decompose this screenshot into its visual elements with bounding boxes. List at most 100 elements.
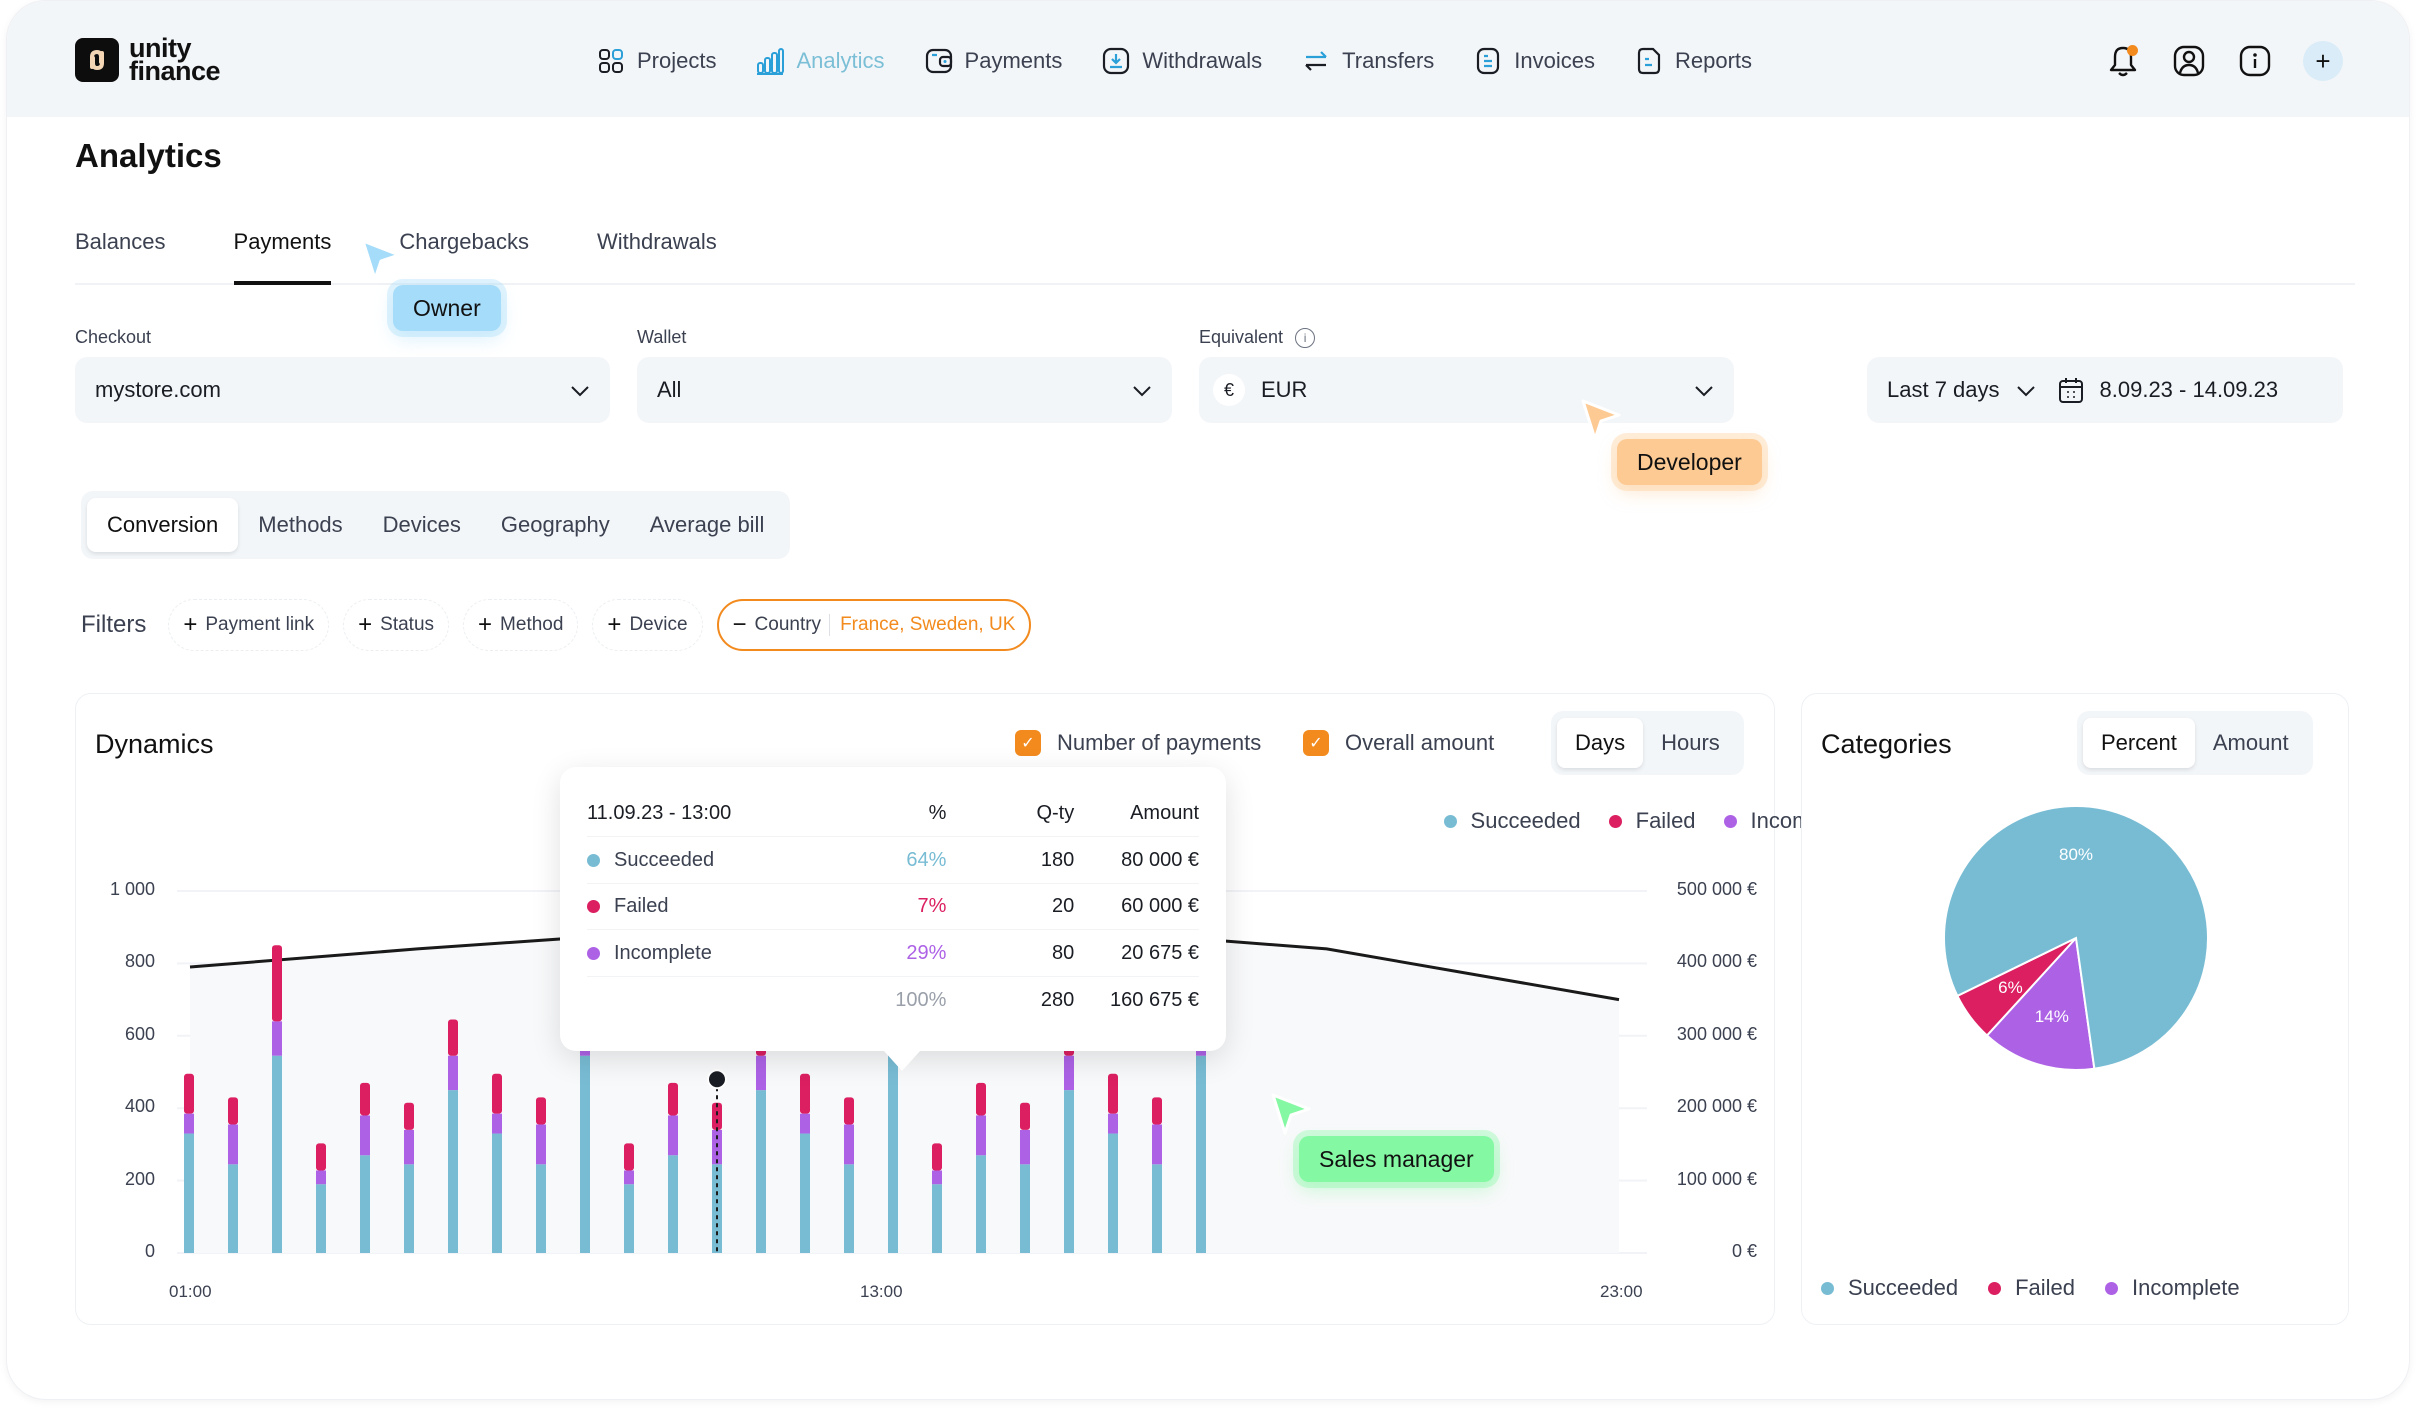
row-amount: 80 000 € — [1121, 849, 1200, 871]
sales-manager-cursor-icon — [1271, 1093, 1311, 1135]
percent-amount-toggle: Percent Amount — [2077, 711, 2313, 775]
bar-succeeded — [844, 1164, 854, 1253]
bar-failed — [316, 1143, 326, 1171]
pie-label-succeeded: 80% — [2059, 845, 2093, 864]
row-label: Succeeded — [614, 849, 715, 871]
bar-succeeded — [448, 1090, 458, 1253]
bar-failed — [800, 1073, 810, 1114]
bar-failed — [932, 1143, 942, 1171]
categories-title: Categories — [1821, 729, 1952, 759]
bar-failed — [360, 1082, 370, 1116]
tooltip-header: 11.09.23 - 13:00 % Q-ty Amount — [587, 791, 1199, 837]
legend-incomplete: Incomplete — [2105, 1275, 2240, 1301]
total-pct: 100% — [895, 988, 947, 1011]
bar-incomplete — [1152, 1124, 1162, 1165]
bar-succeeded — [228, 1164, 238, 1253]
legend-label: Succeeded — [1848, 1275, 1959, 1300]
bar-succeeded — [800, 1133, 810, 1253]
sales-manager-label: Sales manager — [1299, 1136, 1494, 1182]
bar-succeeded — [272, 1055, 282, 1253]
chart-tooltip: 11.09.23 - 13:00 % Q-ty Amount Succeeded… — [560, 767, 1226, 1071]
bar-incomplete — [1020, 1129, 1030, 1165]
bar-failed — [536, 1097, 546, 1125]
tooltip-col-pct: % — [928, 802, 947, 824]
bar-incomplete — [448, 1055, 458, 1091]
bar-succeeded — [1196, 1055, 1206, 1253]
bar-succeeded — [1152, 1164, 1162, 1253]
app-window: unity finance Projects Analytics Payment… — [6, 0, 2410, 1400]
bar-incomplete — [976, 1115, 986, 1156]
tooltip-row-total: 100% 280 160 675 € — [587, 977, 1199, 1023]
tooltip-title: 11.09.23 - 13:00 — [587, 802, 732, 824]
bar-incomplete — [184, 1113, 194, 1134]
bar-incomplete — [932, 1170, 942, 1185]
legend-dot — [1821, 1281, 1834, 1295]
developer-cursor-icon — [1581, 399, 1621, 441]
legend-label: Incomplete — [2132, 1275, 2240, 1300]
bar-incomplete — [228, 1124, 238, 1165]
bar-succeeded — [976, 1155, 986, 1253]
tooltip-col-amount: Amount — [1130, 802, 1200, 824]
bar-succeeded — [1064, 1090, 1074, 1253]
row-label: Incomplete — [614, 942, 712, 964]
bar-incomplete — [668, 1115, 678, 1156]
legend-label: Failed — [2015, 1275, 2076, 1300]
bar-failed — [492, 1073, 502, 1114]
row-qty: 80 — [1051, 942, 1075, 964]
bar-succeeded — [1020, 1164, 1030, 1253]
bar-failed — [404, 1102, 414, 1130]
bar-incomplete — [360, 1115, 370, 1156]
bar-failed — [1152, 1097, 1162, 1125]
bar-succeeded — [624, 1184, 634, 1253]
bar-failed — [1108, 1073, 1118, 1114]
total-amount: 160 675 € — [1110, 988, 1200, 1011]
categories-legend: Succeeded Failed Incomplete — [1821, 1275, 2240, 1301]
owner-label: Owner — [393, 285, 501, 331]
tooltip-col-qty: Q-ty — [1036, 802, 1075, 824]
status-dot — [587, 854, 600, 867]
row-amount: 20 675 € — [1121, 942, 1200, 964]
pie-label-failed: 6% — [1998, 978, 2023, 997]
bar-failed — [1020, 1102, 1030, 1130]
bar-succeeded — [360, 1155, 370, 1253]
bar-incomplete — [272, 1021, 282, 1056]
bar-incomplete — [624, 1170, 634, 1185]
bar-failed — [228, 1097, 238, 1125]
developer-label: Developer — [1617, 439, 1762, 485]
row-amount: 60 000 € — [1121, 895, 1200, 917]
bar-succeeded — [888, 1055, 898, 1253]
bar-incomplete — [756, 1055, 766, 1091]
bar-failed — [448, 1019, 458, 1056]
bar-incomplete — [1064, 1055, 1074, 1091]
row-qty: 180 — [1040, 849, 1075, 871]
bar-failed — [624, 1143, 634, 1171]
bar-succeeded — [184, 1133, 194, 1253]
toggle-amount[interactable]: Amount — [2195, 718, 2307, 768]
bar-succeeded — [492, 1133, 502, 1253]
row-pct: 64% — [906, 849, 947, 871]
bar-failed — [272, 945, 282, 1022]
legend-dot — [1988, 1281, 2002, 1295]
bar-succeeded — [756, 1090, 766, 1253]
toggle-percent[interactable]: Percent — [2083, 718, 2195, 768]
legend-dot — [2105, 1281, 2119, 1295]
bar-succeeded — [580, 1055, 590, 1253]
total-qty: 280 — [1040, 988, 1075, 1011]
bar-succeeded — [316, 1184, 326, 1253]
bar-incomplete — [492, 1113, 502, 1134]
bar-failed — [184, 1073, 194, 1114]
row-pct: 29% — [906, 942, 947, 964]
status-dot — [587, 947, 600, 960]
bar-incomplete — [536, 1124, 546, 1165]
tooltip-row-incomplete: Incomplete 29% 80 20 675 € — [587, 931, 1199, 977]
bar-succeeded — [536, 1164, 546, 1253]
row-label: Failed — [614, 895, 669, 917]
bar-succeeded — [1108, 1133, 1118, 1253]
row-qty: 20 — [1051, 895, 1075, 917]
hover-point — [707, 1069, 727, 1090]
bar-succeeded — [404, 1164, 414, 1253]
status-dot — [587, 900, 600, 913]
categories-pie-chart: 14% 6% 80% — [1943, 805, 2209, 1071]
bar-failed — [976, 1082, 986, 1116]
bar-failed — [668, 1082, 678, 1116]
